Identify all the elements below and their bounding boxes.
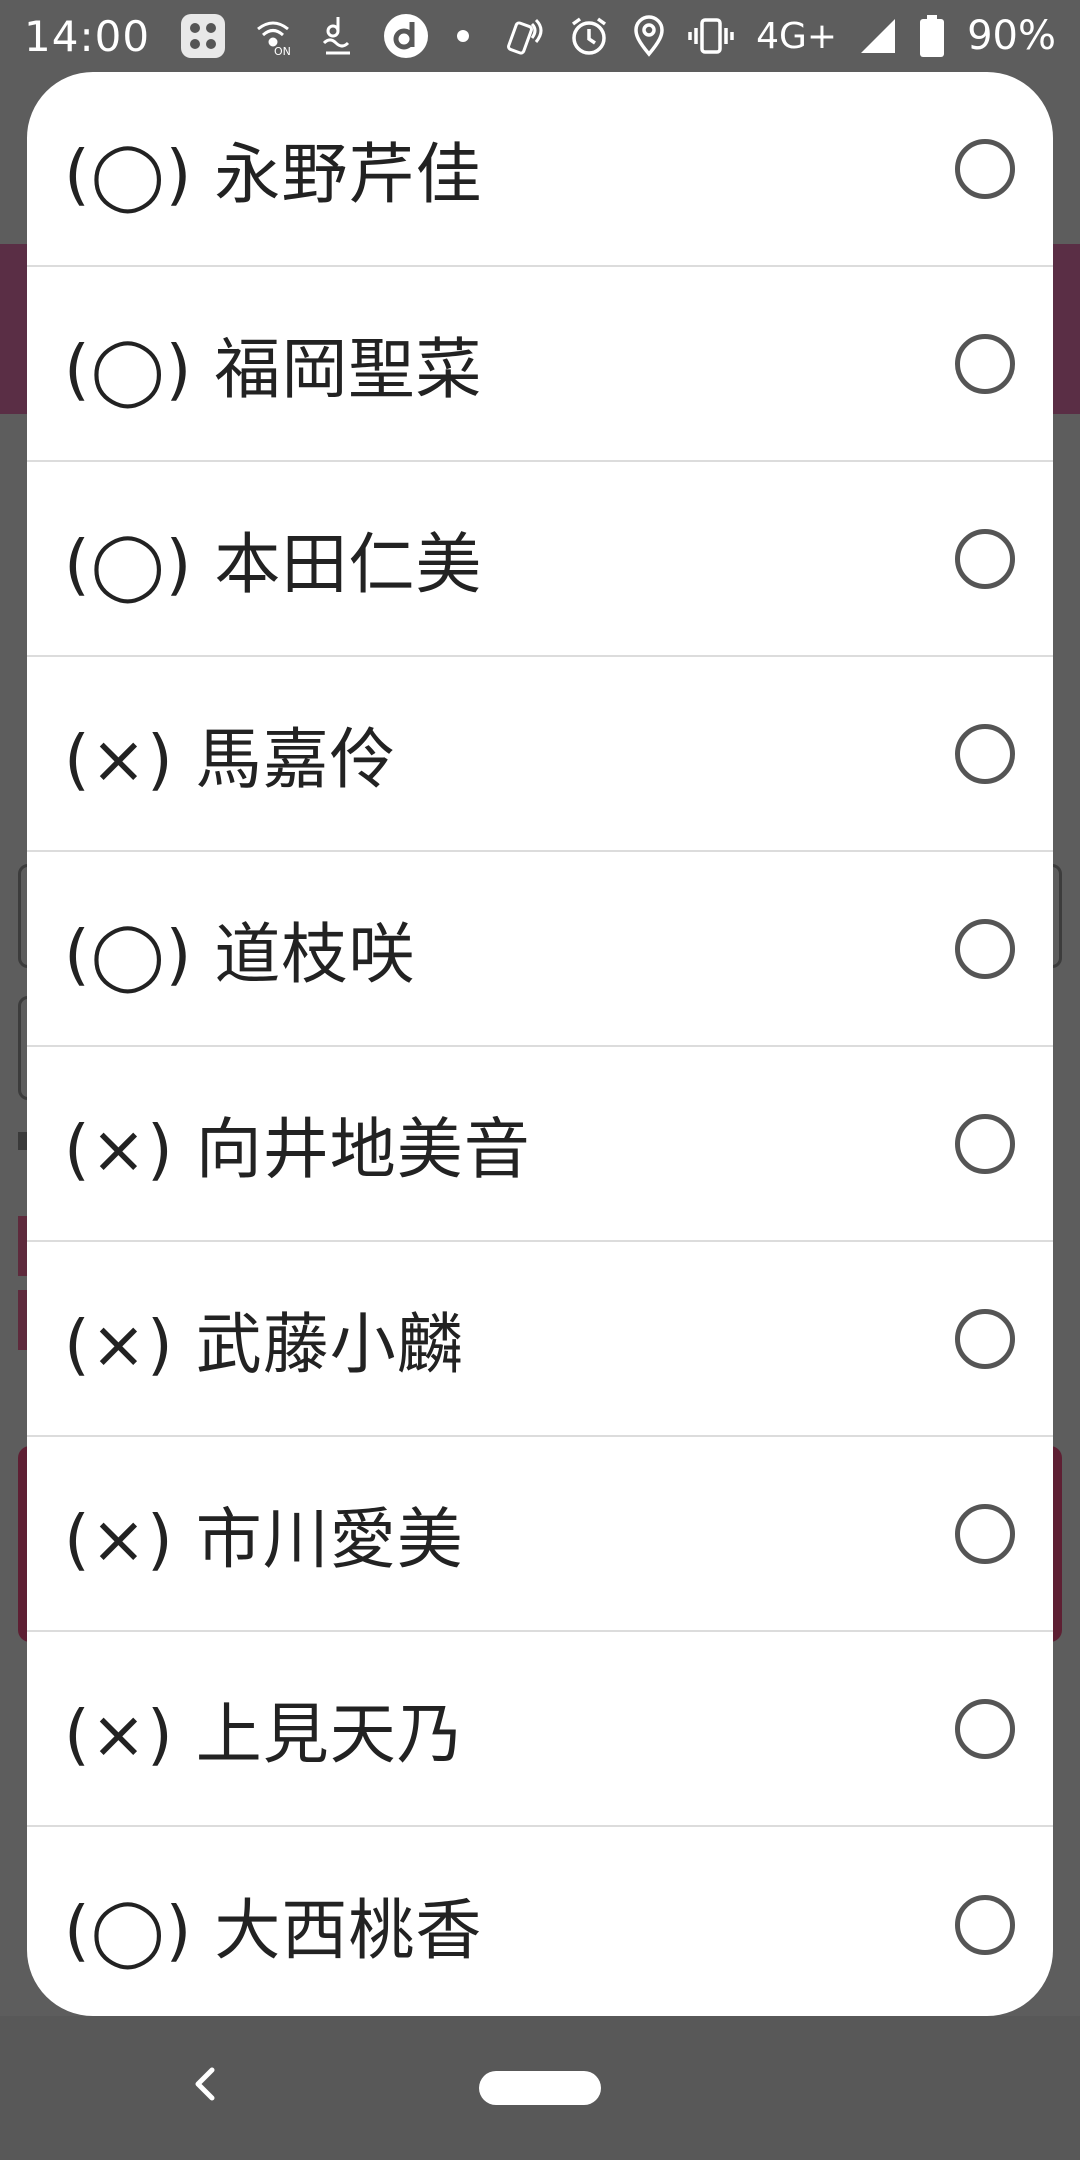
home-pill[interactable] [479,2071,601,2105]
wifi-calling-icon: ON [252,15,294,57]
radio-button[interactable] [955,918,1015,979]
option-label: (×) 馬嘉伶 [64,720,397,798]
option-label: (◯) 福岡聖菜 [64,330,483,408]
option-label: (×) 上見天乃 [64,1695,464,1773]
vibrate-icon [688,16,734,56]
option-label: (◯) 大西桃香 [64,1891,483,1969]
d-menu-icon [382,12,430,60]
option-row[interactable]: (◯) 永野芹佳 [27,72,1053,267]
svg-text:ON: ON [274,45,291,57]
radio-button[interactable] [955,1113,1015,1174]
network-type: 4G+ [756,15,838,57]
member-select-dialog: (◯) 永野芹佳 (◯) 福岡聖菜 (◯) 本田仁美 (×) 馬嘉伶 (◯) 道… [27,72,1053,2016]
radio-button[interactable] [955,1503,1015,1564]
status-right-icons: 4G+ 90% [506,13,1056,59]
radio-button[interactable] [955,333,1015,394]
radio-button[interactable] [955,528,1015,589]
option-row[interactable]: (×) 馬嘉伶 [27,657,1053,852]
option-row[interactable]: (×) 上見天乃 [27,1632,1053,1827]
status-time: 14:00 [24,11,151,61]
option-label: (×) 市川愛美 [64,1500,464,1578]
alarm-icon [568,15,610,57]
option-row[interactable]: (×) 武藤小麟 [27,1242,1053,1437]
option-row[interactable]: (◯) 本田仁美 [27,462,1053,657]
option-label: (◯) 道枝咲 [64,915,416,993]
option-label: (◯) 永野芹佳 [64,135,483,213]
screen: 14:00 ON 4G+ 90% (◯) 永野芹佳 (◯) 福岡聖菜 (◯) 本… [0,0,1080,2160]
apps-grid-icon [180,13,226,59]
option-label: (×) 武藤小麟 [64,1305,464,1383]
option-row[interactable]: (×) 向井地美音 [27,1047,1053,1242]
option-row[interactable]: (◯) 大西桃香 [27,1827,1053,2016]
radio-button[interactable] [955,1894,1015,1955]
dot-icon [456,29,470,43]
option-label: (×) 向井地美音 [64,1110,531,1188]
option-row[interactable]: (◯) 福岡聖菜 [27,267,1053,462]
option-label: (◯) 本田仁美 [64,525,483,603]
nfc-icon [506,14,546,58]
status-bar: 14:00 ON 4G+ 90% [0,0,1080,72]
radio-button[interactable] [955,723,1015,784]
status-left-icons: ON [180,12,470,60]
battery-level: 90% [967,13,1056,59]
radio-button[interactable] [955,1308,1015,1369]
back-icon[interactable] [190,2062,220,2106]
signal-icon [859,17,897,55]
navigation-bar [0,2016,1080,2160]
option-row[interactable]: (×) 市川愛美 [27,1437,1053,1632]
radio-button[interactable] [955,1698,1015,1759]
d-music-icon [320,13,356,59]
battery-icon [919,14,945,58]
location-icon [632,15,666,57]
radio-button[interactable] [955,138,1015,199]
option-row[interactable]: (◯) 道枝咲 [27,852,1053,1047]
